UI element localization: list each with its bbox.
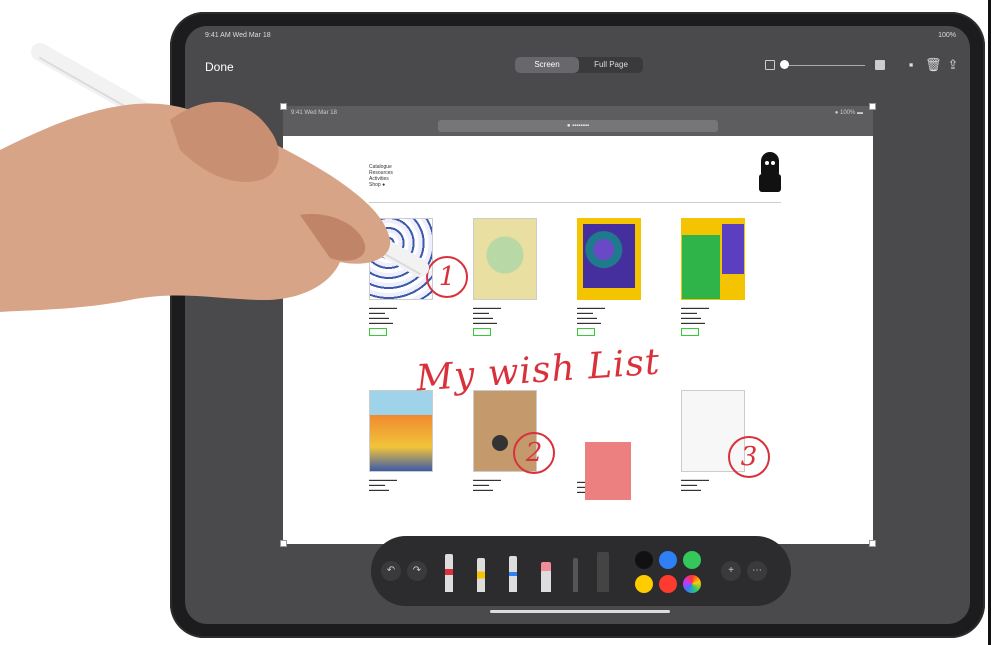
hand-holding-pencil	[0, 43, 429, 312]
product-meta: ▬▬▬▬▬▬▬ ▬▬▬▬ ▬▬▬▬▬ ▬▬▬▬▬▬	[473, 305, 501, 325]
home-indicator	[490, 610, 670, 613]
segment-full-page[interactable]: Full Page	[579, 57, 643, 73]
color-black[interactable]	[635, 551, 653, 569]
product-cover	[369, 390, 433, 472]
redo-icon[interactable]: ↷	[407, 561, 427, 581]
site-logo	[759, 152, 781, 194]
product-cover	[473, 218, 537, 300]
crop-handle[interactable]	[869, 103, 876, 110]
product-meta: ▬▬▬▬▬▬▬▬▬▬▬▬▬▬▬▬	[369, 477, 397, 492]
more-icon[interactable]: ⋯	[747, 561, 767, 581]
lasso-tool[interactable]	[573, 558, 578, 592]
buy-button	[681, 328, 699, 336]
slider-track[interactable]	[783, 65, 865, 66]
eraser-tool[interactable]	[541, 562, 551, 592]
url-field: ● ▪▪▪▪▪▪▪▪	[438, 120, 718, 132]
share-icon[interactable]: ⇪	[947, 58, 959, 72]
product-cover	[681, 218, 745, 300]
color-blue[interactable]	[659, 551, 677, 569]
opacity-slider[interactable]	[765, 58, 885, 72]
color-green[interactable]	[683, 551, 701, 569]
pencil-tool[interactable]	[509, 556, 517, 592]
browser-status-right: ● 100% ▬	[834, 110, 863, 116]
small-square-icon	[765, 60, 775, 70]
ruler-tool[interactable]	[597, 552, 609, 592]
color-picker-icon[interactable]	[683, 575, 701, 593]
product-card: ▬▬▬▬▬▬▬ ▬▬▬▬ ▬▬▬▬▬ ▬▬▬▬▬▬	[577, 218, 659, 336]
pen-tool[interactable]	[445, 554, 453, 592]
markup-toolbar: ↶ ↷ + ⋯	[371, 536, 791, 606]
color-yellow[interactable]	[635, 575, 653, 593]
annotation-number-3: 3	[728, 436, 770, 478]
marker-tool[interactable]	[477, 558, 485, 592]
crop-handle[interactable]	[280, 540, 287, 547]
crop-icon[interactable]: ▪	[905, 58, 917, 72]
large-square-icon	[875, 60, 885, 70]
product-card: ▬▬▬▬▬▬▬ ▬▬▬▬ ▬▬▬▬▬ ▬▬▬▬▬▬	[681, 218, 763, 336]
product-meta: ▬▬▬▬▬▬▬ ▬▬▬▬ ▬▬▬▬▬ ▬▬▬▬▬▬	[577, 305, 605, 325]
trash-icon[interactable]: 🗑	[925, 58, 942, 72]
product-card: ▬▬▬▬▬▬▬▬▬▬▬▬▬▬▬▬	[577, 390, 659, 500]
color-red[interactable]	[659, 575, 677, 593]
undo-icon[interactable]: ↶	[381, 561, 401, 581]
product-card: ▬▬▬▬▬▬▬▬▬▬▬▬▬▬▬▬	[369, 390, 451, 492]
product-meta: ▬▬▬▬▬▬▬▬▬▬▬▬▬▬▬▬	[681, 477, 709, 492]
product-cover	[585, 442, 631, 500]
status-battery: 100%	[938, 32, 956, 39]
product-card: ▬▬▬▬▬▬▬ ▬▬▬▬ ▬▬▬▬▬ ▬▬▬▬▬▬	[473, 218, 555, 336]
add-icon[interactable]: +	[721, 561, 741, 581]
slider-knob[interactable]	[780, 60, 789, 69]
buy-button	[577, 328, 595, 336]
buy-button	[473, 328, 491, 336]
annotation-number-2: 2	[513, 432, 555, 474]
product-meta: ▬▬▬▬▬▬▬▬▬▬▬▬▬▬▬▬	[473, 477, 501, 492]
product-meta: ▬▬▬▬▬▬▬ ▬▬▬▬ ▬▬▬▬▬ ▬▬▬▬▬▬	[681, 305, 709, 325]
capture-mode-control[interactable]: Screen Full Page	[515, 57, 643, 73]
segment-screen[interactable]: Screen	[515, 57, 579, 73]
crop-handle[interactable]	[869, 540, 876, 547]
page-edge-rule	[988, 0, 991, 645]
product-cover	[577, 218, 641, 300]
